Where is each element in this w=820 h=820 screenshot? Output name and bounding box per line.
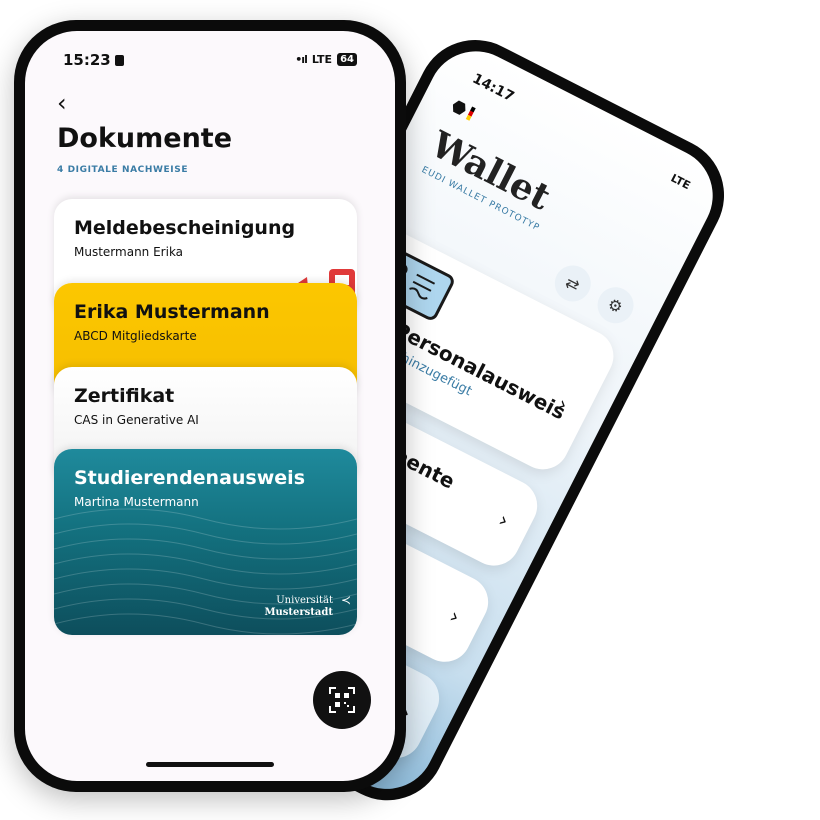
card-title: Zertifikat — [74, 385, 175, 407]
home-indicator[interactable] — [146, 762, 274, 767]
birds-icon: ≺ — [340, 593, 351, 607]
swap-icon[interactable]: ⇄ — [548, 259, 597, 308]
front-phone-frame: 15:23 •ıl LTE 64 ‹ Dokumente 4 DIGITALE … — [14, 20, 406, 792]
german-flag-icon — [465, 106, 476, 121]
card-title: Erika Mustermann — [74, 301, 270, 323]
university-logo-line1: Universität — [276, 595, 333, 606]
status-network: LTE — [311, 53, 333, 66]
card-subtitle: ABCD Mitgliedskarte — [74, 329, 197, 343]
documents-screen: 15:23 •ıl LTE 64 ‹ Dokumente 4 DIGITALE … — [25, 31, 395, 781]
battery-level: 64 — [337, 53, 357, 66]
card-title: Meldebescheinigung — [74, 217, 296, 239]
signal-icon: •ıl — [295, 53, 308, 66]
status-network: LTE — [668, 171, 693, 193]
status-time: 14:17 — [469, 70, 517, 106]
card-title: Studierendenausweis — [74, 467, 306, 489]
page-title: Dokumente — [57, 123, 233, 154]
card-subtitle: Martina Mustermann — [74, 495, 199, 509]
qr-scan-button[interactable] — [313, 671, 371, 729]
chevron-right-icon: › — [445, 603, 464, 629]
status-time: 15:23 — [63, 51, 111, 69]
university-logo-line2: Musterstadt — [264, 607, 333, 618]
sim-icon — [114, 55, 124, 66]
card-subtitle: Mustermann Erika — [74, 245, 184, 259]
gear-icon[interactable]: ⚙ — [591, 281, 640, 330]
hexagon-logo-icon — [450, 98, 469, 117]
university-logo: Universität Musterstadt ≺ — [264, 593, 351, 619]
page-subtitle: 4 DIGITALE NACHWEISE — [57, 165, 189, 175]
status-bar: 15:23 •ıl LTE 64 — [63, 51, 357, 71]
card-subtitle: CAS in Generative AI — [74, 413, 199, 427]
card-studierendenausweis[interactable]: Studierendenausweis Martina Mustermann U… — [54, 449, 357, 635]
qr-code-icon — [329, 687, 355, 713]
back-chevron-icon[interactable]: ‹ — [57, 91, 67, 115]
eudi-logo — [450, 98, 476, 121]
chevron-right-icon: › — [494, 507, 513, 533]
